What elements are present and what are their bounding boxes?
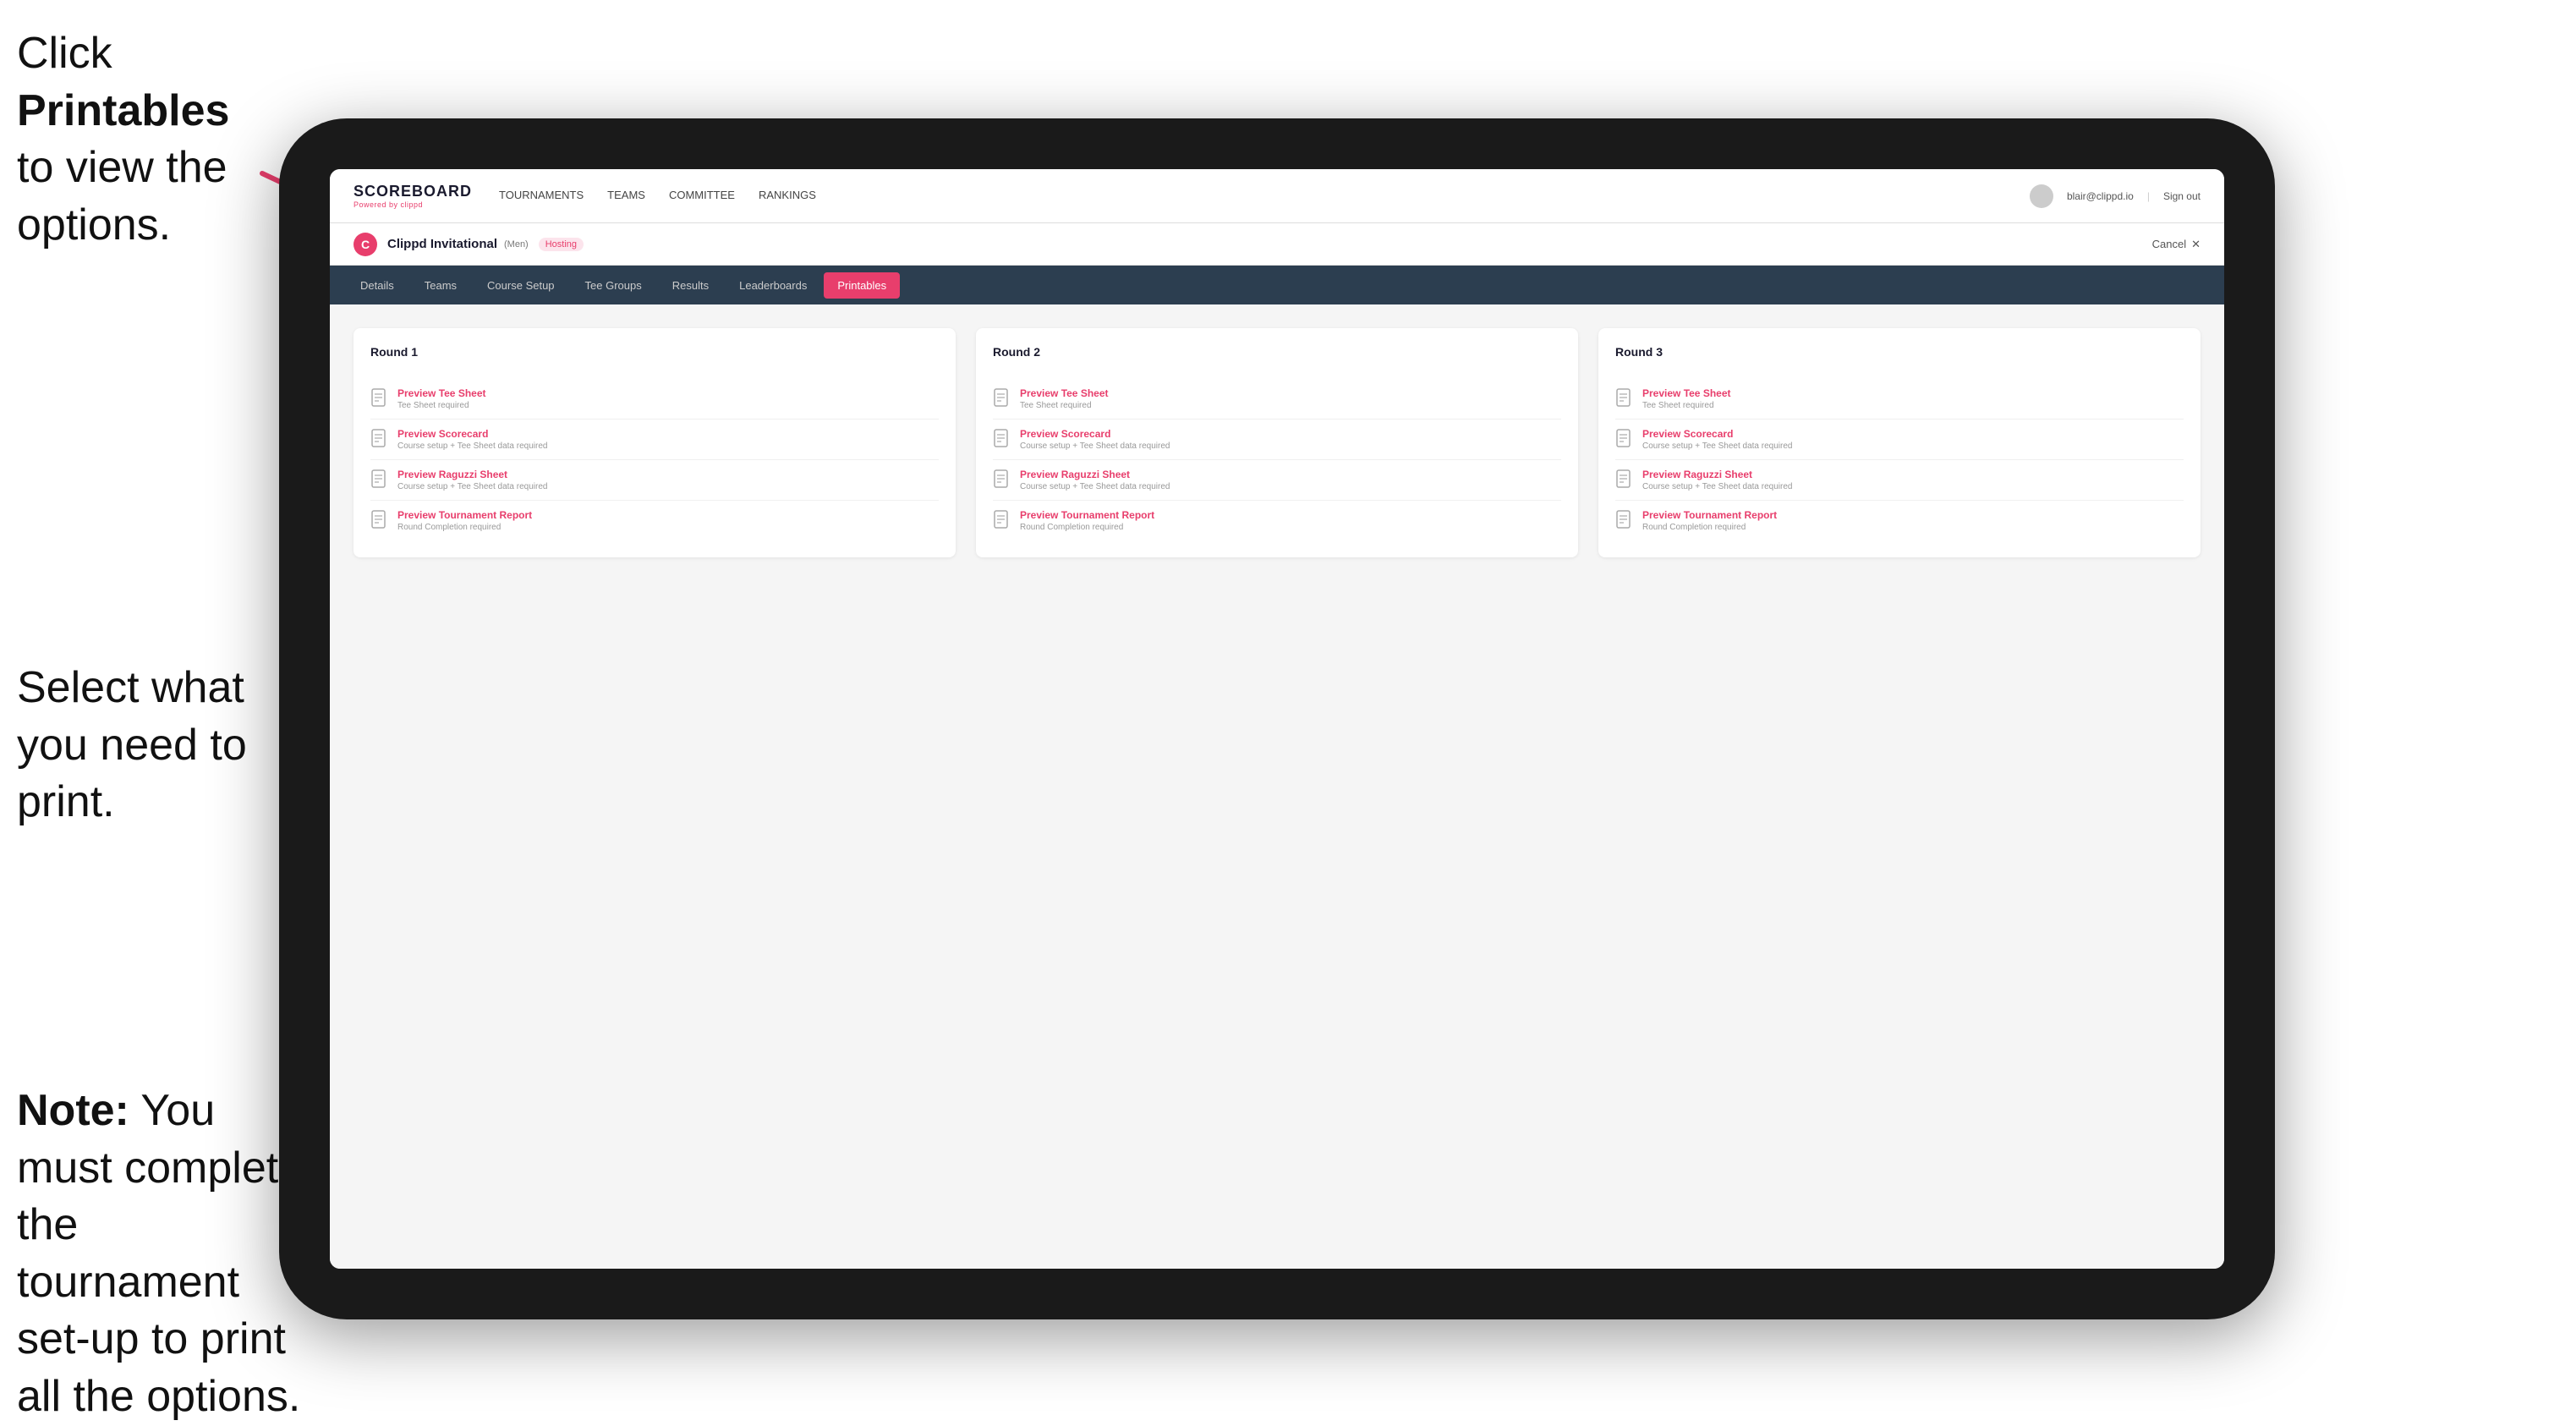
round1-raguzzi[interactable]: Preview Raguzzi Sheet Course setup + Tee… [370, 460, 939, 501]
round1-tee-sheet[interactable]: Preview Tee Sheet Tee Sheet required [370, 379, 939, 420]
round3-scorecard[interactable]: Preview Scorecard Course setup + Tee She… [1615, 420, 2184, 460]
rounds-grid: Round 1 Preview Tee Sheet Tee Sheet requ… [354, 328, 2201, 557]
tab-details[interactable]: Details [347, 272, 408, 299]
document-icon [370, 469, 389, 491]
round2-scorecard[interactable]: Preview Scorecard Course setup + Tee She… [993, 420, 1561, 460]
round-2-section: Round 2 Preview Tee Sheet Tee Sheet requ… [976, 328, 1578, 557]
tablet-screen: SCOREBOARD Powered by clippd TOURNAMENTS… [330, 169, 2224, 1269]
document-icon [1615, 510, 1634, 532]
tab-course-setup[interactable]: Course Setup [474, 272, 568, 299]
tournament-logo: C [354, 233, 377, 256]
document-icon [993, 510, 1011, 532]
round1-scorecard[interactable]: Preview Scorecard Course setup + Tee She… [370, 420, 939, 460]
round-3-title: Round 3 [1615, 345, 2184, 365]
brand-title: SCOREBOARD [354, 183, 472, 200]
document-icon [993, 469, 1011, 491]
document-icon [993, 429, 1011, 451]
tab-teams[interactable]: Teams [411, 272, 470, 299]
document-icon [370, 510, 389, 532]
content-area: Round 1 Preview Tee Sheet Tee Sheet requ… [330, 304, 2224, 1269]
tablet-frame: SCOREBOARD Powered by clippd TOURNAMENTS… [279, 118, 2275, 1319]
document-icon [1615, 469, 1634, 491]
tournament-bar: C Clippd Invitational (Men) Hosting Canc… [330, 223, 2224, 266]
cancel-button[interactable]: Cancel ✕ [2152, 238, 2201, 251]
brand: SCOREBOARD Powered by clippd [354, 183, 472, 209]
nav-rankings[interactable]: RANKINGS [759, 185, 816, 206]
tournament-name: Clippd Invitational [387, 237, 497, 251]
sign-out-link[interactable]: Sign out [2163, 190, 2201, 202]
top-nav: SCOREBOARD Powered by clippd TOURNAMENTS… [330, 169, 2224, 223]
nav-right: blair@clippd.io | Sign out [2030, 184, 2201, 208]
brand-sub: Powered by clippd [354, 200, 472, 209]
round2-tournament-report[interactable]: Preview Tournament Report Round Completi… [993, 501, 1561, 540]
hosting-badge: Hosting [539, 238, 584, 251]
document-icon [993, 388, 1011, 410]
document-icon [370, 388, 389, 410]
round-2-title: Round 2 [993, 345, 1561, 365]
tournament-bracket: (Men) [504, 239, 529, 250]
round3-tournament-report[interactable]: Preview Tournament Report Round Completi… [1615, 501, 2184, 540]
nav-links: TOURNAMENTS TEAMS COMMITTEE RANKINGS [499, 185, 2030, 206]
instruction-top: Click Printables to view the options. [17, 25, 271, 254]
user-email: blair@clippd.io [2067, 190, 2134, 202]
round2-raguzzi[interactable]: Preview Raguzzi Sheet Course setup + Tee… [993, 460, 1561, 501]
nav-tournaments[interactable]: TOURNAMENTS [499, 185, 584, 206]
tab-printables[interactable]: Printables [824, 272, 900, 299]
instruction-middle: Select what you need to print. [17, 660, 271, 831]
tab-results[interactable]: Results [659, 272, 722, 299]
user-avatar [2030, 184, 2053, 208]
document-icon [1615, 388, 1634, 410]
document-icon [1615, 429, 1634, 451]
instruction-bottom: Note: You must complete the tournament s… [17, 1083, 304, 1426]
nav-teams[interactable]: TEAMS [607, 185, 645, 206]
round3-raguzzi[interactable]: Preview Raguzzi Sheet Course setup + Tee… [1615, 460, 2184, 501]
round-1-section: Round 1 Preview Tee Sheet Tee Sheet requ… [354, 328, 956, 557]
round2-tee-sheet[interactable]: Preview Tee Sheet Tee Sheet required [993, 379, 1561, 420]
tab-tee-groups[interactable]: Tee Groups [572, 272, 655, 299]
nav-committee[interactable]: COMMITTEE [669, 185, 735, 206]
sub-nav: Details Teams Course Setup Tee Groups Re… [330, 266, 2224, 304]
round-3-section: Round 3 Preview Tee Sheet Tee Sheet requ… [1598, 328, 2201, 557]
round3-tee-sheet[interactable]: Preview Tee Sheet Tee Sheet required [1615, 379, 2184, 420]
tab-leaderboards[interactable]: Leaderboards [726, 272, 820, 299]
round-1-title: Round 1 [370, 345, 939, 365]
round1-tournament-report[interactable]: Preview Tournament Report Round Completi… [370, 501, 939, 540]
document-icon [370, 429, 389, 451]
